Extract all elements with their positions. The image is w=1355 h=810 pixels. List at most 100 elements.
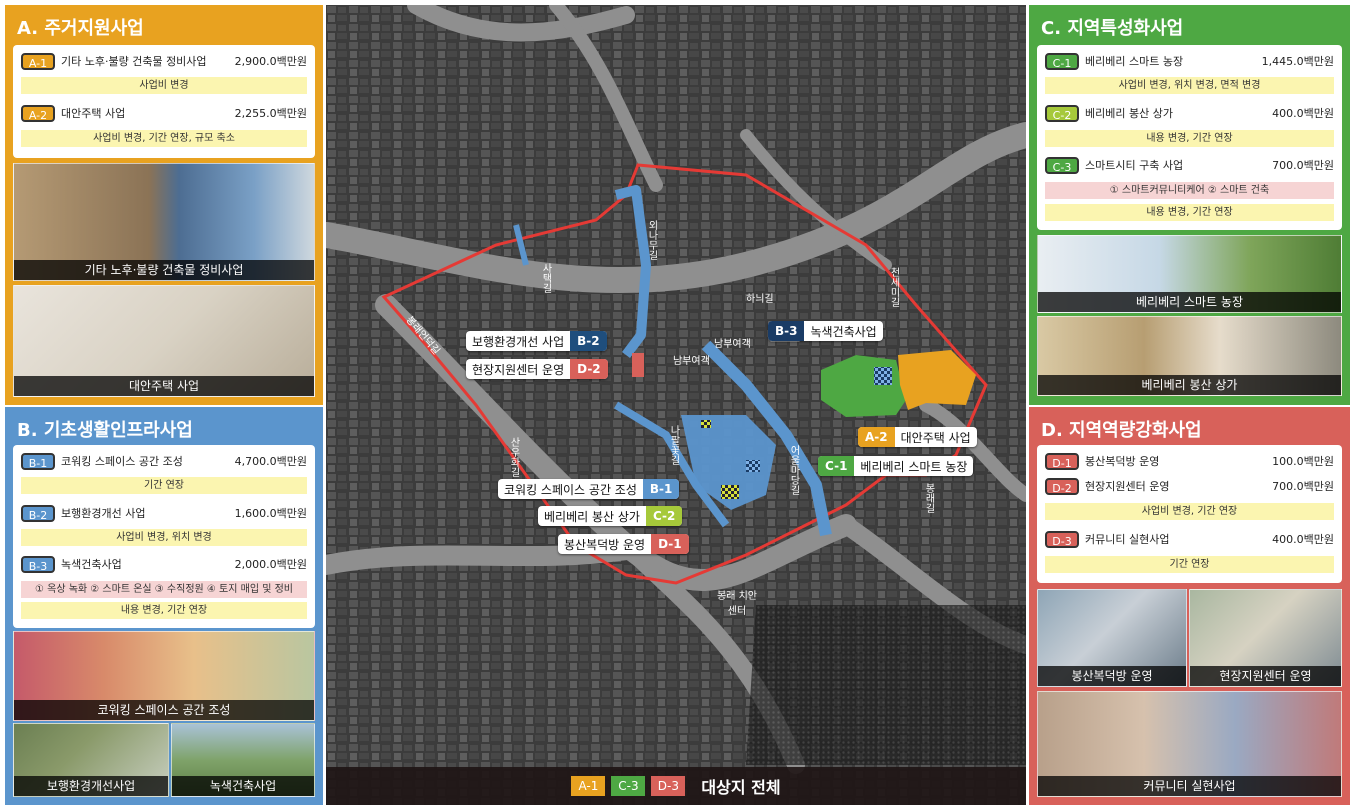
street-label: 어울마당길	[788, 445, 799, 495]
item-b1-note: 기간 연장	[21, 477, 307, 494]
photo-green-building: 녹색건축사업	[171, 723, 315, 797]
item-d2-name: 현장지원센터 운영	[1085, 480, 1170, 493]
code-badge-c1: C-1	[1045, 52, 1079, 70]
photo-caption: 보행환경개선사업	[14, 776, 168, 796]
item-b3: B-3 녹색건축사업 2,000.0백만원	[21, 554, 307, 574]
item-b2-name: 보행환경개선 사업	[61, 507, 146, 520]
photo-caption: 녹색건축사업	[172, 776, 314, 796]
item-c3: C-3 스마트시티 구축 사업 700.0백만원	[1045, 155, 1334, 175]
map-label-b3: B-3 녹색건축사업	[768, 321, 883, 341]
map-svg	[326, 5, 1026, 805]
item-a2-amount: 2,255.0백만원	[234, 107, 307, 120]
map-dark-area	[746, 605, 1026, 765]
street-label: 외나무길	[646, 220, 657, 260]
map-label-c1: C-1 베리베리 스마트 농장	[818, 456, 974, 476]
photo-bokdeokbang: 봉산복덕방 운영	[1037, 589, 1187, 687]
street-label: 남부여객	[673, 356, 710, 367]
item-d3-amount: 400.0백만원	[1272, 533, 1334, 546]
item-d1: D-1 봉산복덕방 운영 100.0백만원	[1045, 451, 1334, 471]
code-badge-d2: D-2	[1045, 477, 1079, 495]
panel-b-card: B-1 코워킹 스페이스 공간 조성 4,700.0백만원 기간 연장 B-2 …	[13, 445, 315, 628]
item-b3-note: 내용 변경, 기간 연장	[21, 602, 307, 619]
green-rooftop-b3	[721, 485, 739, 499]
item-d1-name: 봉산복덕방 운영	[1085, 455, 1160, 468]
photo-community: 커뮤니티 실현사업	[1037, 691, 1342, 797]
map-label-text: 베리베리 스마트 농장	[860, 459, 968, 474]
map-label-b1: 코워킹 스페이스 공간 조성 B-1	[498, 479, 680, 499]
item-c1: C-1 베리베리 스마트 농장 1,445.0백만원	[1045, 51, 1334, 71]
panel-b-title: B. 기초생활인프라사업	[17, 420, 193, 441]
code-badge-b1: B-1	[21, 452, 55, 470]
item-b2-amount: 1,600.0백만원	[234, 507, 307, 520]
item-a2-name: 대안주택 사업	[61, 107, 126, 120]
item-d2: D-2 현장지원센터 운영 700.0백만원	[1045, 476, 1334, 496]
item-b2: B-2 보행환경개선 사업 1,600.0백만원	[21, 503, 307, 523]
map-legend: A-1 C-3 D-3 대상지 전체	[326, 767, 1026, 805]
legend-code-a1: A-1	[571, 776, 606, 796]
map-label-c2: 베리베리 봉산 상가 C-2	[538, 506, 683, 526]
panel-c-card: C-1 베리베리 스마트 농장 1,445.0백만원 사업비 변경, 위치 변경…	[1037, 45, 1342, 230]
item-c3-amount: 700.0백만원	[1272, 159, 1334, 172]
map-label-code: B-3	[768, 321, 805, 341]
map-label-text: 보행환경개선 사업	[472, 334, 565, 349]
street-label: 사택길	[540, 263, 551, 293]
vertical-garden-b3	[746, 460, 760, 472]
map-label-code: A-2	[858, 427, 895, 447]
item-c3-subnote: ① 스마트커뮤니티케어 ② 스마트 건축	[1045, 182, 1334, 199]
code-badge-c3: C-3	[1045, 156, 1079, 174]
item-a1-amount: 2,900.0백만원	[234, 55, 307, 68]
photo-alternative-housing: 대안주택 사업	[13, 285, 315, 397]
map-label-text: 코워킹 스페이스 공간 조성	[504, 482, 637, 497]
photo-caption: 베리베리 봉산 상가	[1038, 375, 1341, 395]
item-c1-note: 사업비 변경, 위치 변경, 면적 변경	[1045, 77, 1334, 94]
map-label-code: C-1	[818, 456, 855, 476]
code-badge-b3: B-3	[21, 555, 55, 573]
item-d2-note: 사업비 변경, 기간 연장	[1045, 503, 1334, 520]
photo-caption: 코워킹 스페이스 공간 조성	[14, 700, 314, 720]
map-label-d2: 현장지원센터 운영 D-2	[466, 359, 608, 379]
panel-regional: C. 지역특성화사업 C-1 베리베리 스마트 농장 1,445.0백만원 사업…	[1029, 5, 1350, 405]
site-office-d2	[632, 353, 644, 377]
photo-coworking: 코워킹 스페이스 공간 조성	[13, 631, 315, 721]
photo-caption: 봉산복덕방 운영	[1038, 666, 1186, 686]
item-a1-note: 사업비 변경	[21, 77, 307, 94]
panel-a-card: A-1 기타 노후·불량 건축물 정비사업 2,900.0백만원 사업비 변경 …	[13, 45, 315, 158]
photo-shopping-street: 베리베리 봉산 상가	[1037, 316, 1342, 396]
photo-caption: 커뮤니티 실현사업	[1038, 776, 1341, 796]
item-c1-name: 베리베리 스마트 농장	[1085, 55, 1184, 68]
panel-housing-support: A. 주거지원사업 A-1 기타 노후·불량 건축물 정비사업 2,900.0백…	[5, 5, 323, 405]
code-badge-d1: D-1	[1045, 452, 1079, 470]
item-b1-amount: 4,700.0백만원	[234, 455, 307, 468]
aerial-map: 사택길 외나무길 하늬길 천세미길 봉래언덕길 산우화길 나팔꽃길 어울마당길 …	[326, 5, 1026, 805]
item-b2-note: 사업비 변경, 위치 변경	[21, 529, 307, 546]
greenhouse-grid-c1	[874, 367, 892, 385]
item-a1: A-1 기타 노후·불량 건축물 정비사업 2,900.0백만원	[21, 51, 307, 71]
street-label: 나팔꽃길	[668, 425, 679, 465]
legend-code-c3: C-3	[611, 776, 646, 796]
photo-site-center: 현장지원센터 운영	[1189, 589, 1342, 687]
map-label-code: B-2	[570, 331, 607, 351]
item-d1-amount: 100.0백만원	[1272, 455, 1334, 468]
item-c2-note: 내용 변경, 기간 연장	[1045, 130, 1334, 147]
map-label-b2: 보행환경개선 사업 B-2	[466, 331, 607, 351]
item-d3-note: 기간 연장	[1045, 556, 1334, 573]
item-b3-subnote: ① 옥상 녹화 ② 스마트 온실 ③ 수직정원 ④ 토지 매입 및 정비	[21, 581, 307, 598]
item-c2: C-2 베리베리 봉산 상가 400.0백만원	[1045, 103, 1334, 123]
item-c2-name: 베리베리 봉산 상가	[1085, 107, 1173, 120]
code-badge-c2: C-2	[1045, 104, 1079, 122]
item-a2: A-2 대안주택 사업 2,255.0백만원	[21, 103, 307, 123]
item-b3-amount: 2,000.0백만원	[234, 558, 307, 571]
code-badge-b2: B-2	[21, 504, 55, 522]
map-label-text: 대안주택 사업	[900, 430, 971, 445]
street-label: 남부여객	[714, 339, 751, 350]
map-label-code: D-1	[651, 534, 689, 554]
item-a1-name: 기타 노후·불량 건축물 정비사업	[61, 55, 207, 68]
item-b1: B-1 코워킹 스페이스 공간 조성 4,700.0백만원	[21, 451, 307, 471]
panel-d-title: D. 지역역량강화사업	[1041, 420, 1202, 441]
street-label: 봉래 치안센터	[717, 591, 757, 617]
map-label-text: 베리베리 봉산 상가	[544, 509, 640, 524]
map-label-text: 봉산복덕방 운영	[564, 537, 646, 552]
item-c3-note: 내용 변경, 기간 연장	[1045, 204, 1334, 221]
street-label: 하늬길	[746, 294, 774, 305]
photo-caption: 베리베리 스마트 농장	[1038, 292, 1341, 312]
